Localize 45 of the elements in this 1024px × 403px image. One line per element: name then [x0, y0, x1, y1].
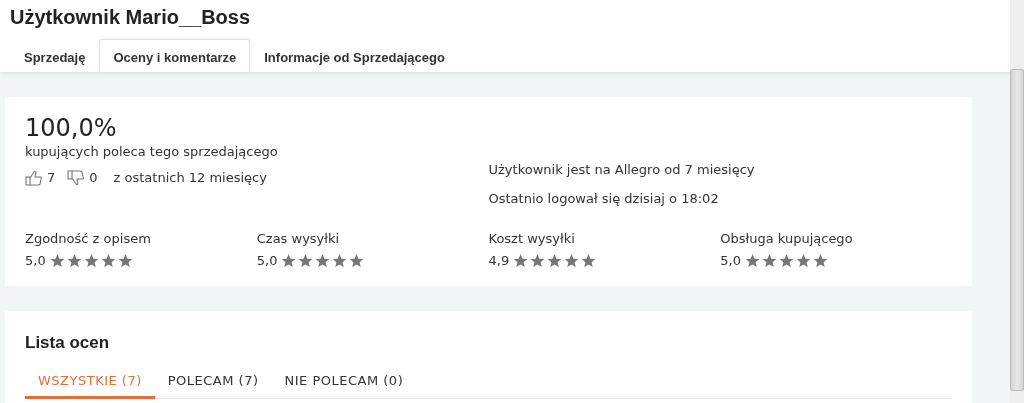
last-login: Ostatnio logował się dzisiaj o 18:02	[488, 190, 720, 208]
star-icon	[298, 254, 314, 268]
filter-tab[interactable]: NIE POLECAM (0)	[271, 365, 417, 399]
rating-label: Obsługa kupującego	[720, 230, 854, 248]
rating-value: 5,0	[25, 252, 46, 270]
negative-count: 0	[89, 169, 98, 187]
star-icon	[812, 254, 828, 268]
star-icon	[281, 254, 297, 268]
star-icon	[581, 254, 597, 268]
member-since: Użytkownik jest na Allegro od 7 miesięcy	[488, 161, 756, 179]
rating-value: 5,0	[256, 252, 278, 270]
star-icon	[315, 254, 331, 268]
star-icon	[744, 254, 760, 268]
star-icon	[349, 254, 365, 268]
scrollbar-thumb[interactable]	[1010, 69, 1024, 391]
star-icon	[547, 254, 563, 268]
filter-tab[interactable]: POLECAM (7)	[154, 365, 272, 399]
rating-label: Czas wysyłki	[256, 230, 341, 248]
star-icon	[795, 254, 811, 268]
rating-label: Koszt wysyłki	[488, 230, 576, 248]
period-text: z ostatnich 12 miesięcy	[113, 169, 267, 187]
rating-label: Zgodność z opisem	[25, 230, 152, 248]
recommendation-percent: 100,0%	[25, 113, 118, 143]
star-icon	[778, 254, 794, 268]
thumbs-down-icon	[67, 170, 86, 186]
positive-count: 7	[47, 169, 56, 187]
tab[interactable]: Sprzedaję	[10, 39, 100, 72]
rating-value: 4,9	[488, 252, 510, 270]
tab[interactable]: Informacje od Sprzedającego	[250, 39, 459, 72]
star-icon	[530, 254, 546, 268]
thumbs-up-icon	[25, 170, 43, 186]
rating-value: 5,0	[720, 252, 741, 270]
percent-caption: kupujących poleca tego sprzedającego	[25, 143, 279, 161]
star-icon	[66, 254, 82, 268]
section-title: Lista ocen	[25, 333, 111, 353]
page-title: Użytkownik Mario__Boss	[10, 5, 252, 30]
star-icon	[332, 254, 348, 268]
star-icon	[49, 254, 65, 268]
star-icon	[761, 254, 777, 268]
tab[interactable]: Oceny i komentarze	[99, 39, 251, 72]
star-icon	[564, 254, 580, 268]
star-icon	[513, 254, 529, 268]
star-icon	[83, 254, 99, 268]
star-icon	[100, 254, 116, 268]
star-icon	[117, 254, 133, 268]
